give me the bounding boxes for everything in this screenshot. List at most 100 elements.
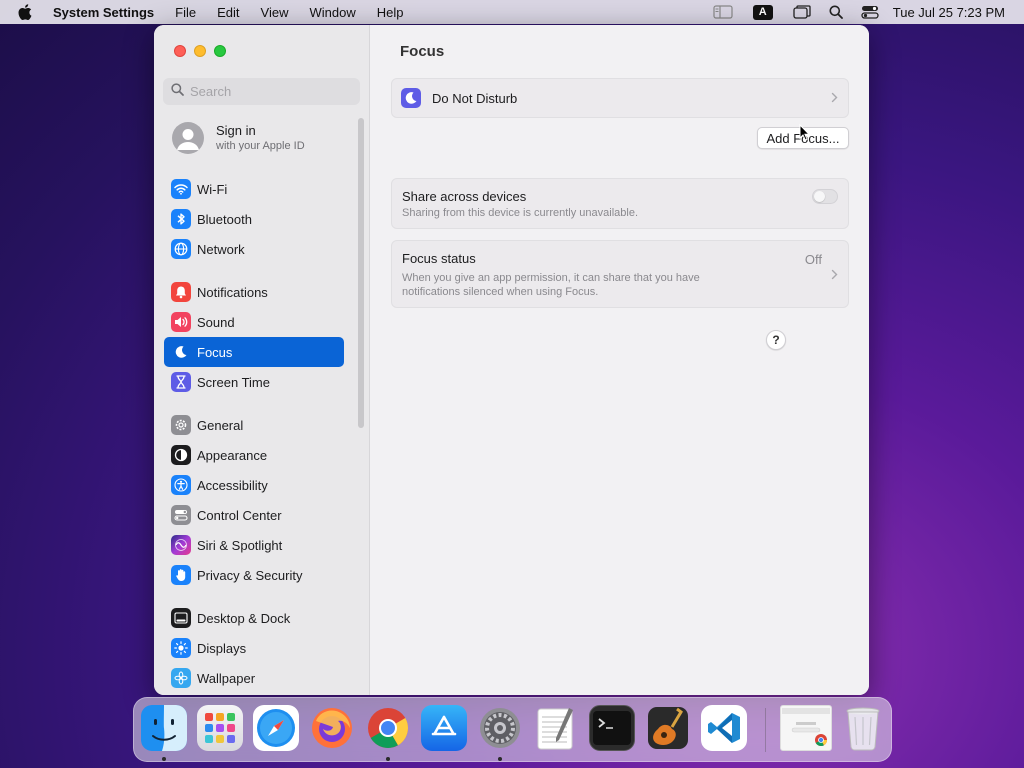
bluetooth-icon: [171, 209, 191, 229]
share-across-devices-card: Share across devices Sharing from this d…: [391, 178, 849, 229]
speaker-icon: [171, 312, 191, 332]
sidebar-item-siri-spotlight[interactable]: Siri & Spotlight: [164, 530, 344, 560]
dock-chrome[interactable]: [365, 705, 411, 751]
menu-window[interactable]: Window: [309, 5, 355, 20]
gear-icon: [171, 415, 191, 435]
search-field[interactable]: [163, 78, 360, 105]
dock-terminal[interactable]: [589, 705, 635, 751]
sidebar-item-bluetooth[interactable]: Bluetooth: [164, 204, 344, 234]
menu-help[interactable]: Help: [377, 5, 404, 20]
focus-status-row[interactable]: Focus status When you give an app permis…: [391, 240, 849, 308]
siri-icon: [171, 535, 191, 555]
dock-trash[interactable]: [840, 705, 886, 751]
sidebar-item-label: Wi-Fi: [197, 181, 228, 197]
avatar: [172, 122, 204, 154]
menu-edit[interactable]: Edit: [217, 5, 239, 20]
vscode-icon: [708, 713, 740, 743]
app-store-icon: [431, 715, 457, 736]
sidebar-item-label: Appearance: [197, 447, 268, 463]
firefox-icon: [312, 708, 352, 748]
sidebar-item-appearance[interactable]: Appearance: [164, 440, 344, 470]
toggle-knob: [814, 191, 825, 202]
guitar-icon: [648, 707, 688, 749]
sidebar-item-label: Bluetooth: [197, 211, 252, 227]
dock-launchpad[interactable]: [197, 705, 243, 751]
sidebar-item-wifi[interactable]: Wi-Fi: [164, 174, 344, 204]
flower-icon: [171, 668, 191, 688]
apple-menu-icon[interactable]: [18, 4, 36, 20]
dock-finder[interactable]: [141, 705, 187, 751]
zoom-button[interactable]: [214, 45, 226, 57]
dock-icon: [171, 608, 191, 628]
share-subtitle: Sharing from this device is currently un…: [402, 207, 639, 219]
sidebar-scrollbar[interactable]: [358, 118, 364, 428]
sidebar-item-wallpaper[interactable]: Wallpaper: [164, 663, 344, 693]
sidebar-item-desktop-dock[interactable]: Desktop & Dock: [164, 603, 344, 633]
search-input[interactable]: [190, 84, 350, 99]
app-name-menu[interactable]: System Settings: [53, 5, 154, 20]
screen-mirroring-icon[interactable]: [793, 5, 811, 19]
hand-icon: [171, 565, 191, 585]
sidebar-item-sound[interactable]: Sound: [164, 307, 344, 337]
chrome-icon: [368, 708, 408, 748]
sidebar-item-accessibility[interactable]: Accessibility: [164, 470, 344, 500]
gear-icon: [480, 708, 520, 748]
chevron-right-icon: [831, 267, 838, 283]
apple-id-signin[interactable]: Sign in with your Apple ID: [172, 122, 305, 154]
control-center-icon: [171, 505, 191, 525]
spotlight-search-icon[interactable]: [829, 5, 843, 19]
system-settings-window: Sign in with your Apple ID Wi-Fi Bluetoo…: [154, 25, 869, 695]
bell-icon: [171, 282, 191, 302]
share-across-devices-toggle[interactable]: [812, 189, 838, 204]
sidebar-item-label: Notifications: [197, 284, 268, 300]
sidebar-item-displays[interactable]: Displays: [164, 633, 344, 663]
dock-garageband[interactable]: [645, 705, 691, 751]
sidebar-item-label: Accessibility: [197, 477, 268, 493]
search-icon: [171, 82, 184, 101]
sidebar-item-label: Desktop & Dock: [197, 610, 291, 626]
focus-status-title: Focus status: [402, 251, 476, 266]
launchpad-icon: [205, 713, 235, 743]
close-button[interactable]: [174, 45, 186, 57]
sidebar-item-network[interactable]: Network: [164, 234, 344, 264]
appearance-icon: [171, 445, 191, 465]
sidebar-item-label: Displays: [197, 640, 247, 656]
sidebar-item-privacy-security[interactable]: Privacy & Security: [164, 560, 344, 590]
input-source-icon[interactable]: A: [752, 4, 773, 20]
dock-minimized-chrome-window[interactable]: [780, 705, 832, 751]
sidebar-item-general[interactable]: General: [164, 410, 344, 440]
help-button[interactable]: ?: [766, 330, 786, 350]
page-title: Focus: [400, 43, 445, 60]
hourglass-icon: [171, 372, 191, 392]
input-source-label: A: [752, 4, 773, 20]
menu-file[interactable]: File: [175, 5, 196, 20]
sidebar-item-control-center[interactable]: Control Center: [164, 500, 344, 530]
sidebar-item-label: Network: [197, 241, 245, 257]
minimize-button[interactable]: [194, 45, 206, 57]
dock-firefox[interactable]: [309, 705, 355, 751]
menu-view[interactable]: View: [261, 5, 289, 20]
sidebar-toggle-icon[interactable]: [713, 5, 733, 19]
safari-compass-icon: [257, 709, 295, 747]
menu-bar: System Settings File Edit View Window He…: [0, 0, 1024, 24]
dock-safari[interactable]: [253, 705, 299, 751]
sidebar-item-label: Privacy & Security: [197, 567, 303, 583]
dock-textedit[interactable]: [533, 705, 579, 751]
sidebar-item-label: Siri & Spotlight: [197, 537, 283, 553]
dock-app-store[interactable]: [421, 705, 467, 751]
focus-pane: Focus Do Not Disturb Add Focus... Share …: [371, 25, 869, 695]
sidebar-item-screen-time[interactable]: Screen Time: [164, 367, 344, 397]
menubar-clock[interactable]: Tue Jul 25 7:23 PM: [893, 5, 1005, 20]
accessibility-icon: [171, 475, 191, 495]
dock-vscode[interactable]: [701, 705, 747, 751]
sidebar-item-notifications[interactable]: Notifications: [164, 277, 344, 307]
chevron-right-icon: [831, 90, 838, 106]
window-controls: [174, 45, 226, 57]
dock-system-settings[interactable]: [477, 705, 523, 751]
running-indicator: [386, 757, 390, 761]
do-not-disturb-row[interactable]: Do Not Disturb: [391, 78, 849, 118]
sidebar-item-focus[interactable]: Focus: [164, 337, 344, 367]
sidebar-item-label: Control Center: [197, 507, 282, 523]
terminal-icon: [593, 711, 631, 745]
control-center-icon[interactable]: [861, 5, 879, 19]
